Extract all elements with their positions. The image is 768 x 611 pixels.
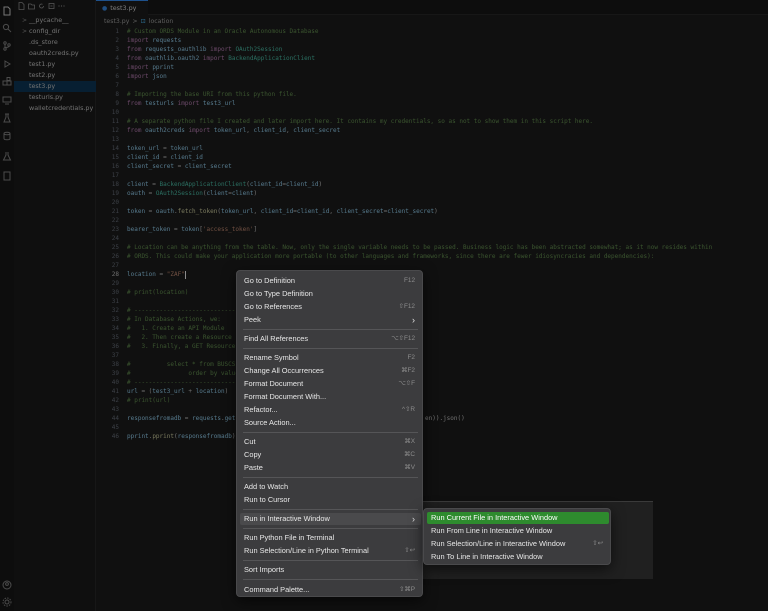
menu-item-run-in-interactive-window[interactable]: Run in Interactive Window › bbox=[240, 513, 421, 525]
menu-item-command-palette[interactable]: Command Palette... ⇧⌘P bbox=[240, 584, 421, 596]
submenu-item-run-from-line-in-interactive-window[interactable]: Run From Line in Interactive Window bbox=[427, 525, 609, 537]
menu-item-paste[interactable]: Paste ⌘V bbox=[240, 462, 421, 474]
menu-item-format-document-with[interactable]: Format Document With... bbox=[240, 391, 421, 403]
menu-item-run-python-file-in-terminal[interactable]: Run Python File in Terminal bbox=[240, 532, 421, 544]
menu-item-label: Command Palette... bbox=[244, 585, 310, 594]
menu-item-label: Run Selection/Line in Interactive Window bbox=[431, 539, 566, 548]
chevron-right-icon: › bbox=[412, 514, 415, 524]
menu-item-label: Run Selection/Line in Python Terminal bbox=[244, 546, 369, 555]
chevron-right-icon: › bbox=[412, 315, 415, 325]
menu-item-label: Run To Line in Interactive Window bbox=[431, 552, 543, 561]
menu-item-label: Change All Occurrences bbox=[244, 366, 324, 375]
menu-item-copy[interactable]: Copy ⌘C bbox=[240, 449, 421, 461]
submenu-item-run-current-file-in-interactive-window[interactable]: Run Current File in Interactive Window bbox=[427, 512, 609, 524]
editor-context-menu: Go to Definition F12 Go to Type Definition… bbox=[236, 270, 423, 597]
menu-separator bbox=[243, 329, 418, 330]
menu-item-label: Refactor... bbox=[244, 405, 278, 414]
menu-item-run-selection-line-in-python-terminal[interactable]: Run Selection/Line in Python Terminal ⇧↩ bbox=[240, 545, 421, 557]
menu-item-label: Run to Cursor bbox=[244, 495, 291, 504]
menu-item-label: Format Document With... bbox=[244, 392, 327, 401]
submenu-item-run-selection-line-in-interactive-window[interactable]: Run Selection/Line in Interactive Window… bbox=[427, 538, 609, 550]
menu-separator bbox=[243, 509, 418, 510]
menu-item-shortcut: ⇧⌘P bbox=[398, 586, 415, 593]
menu-item-shortcut: ⇧↩ bbox=[592, 540, 603, 547]
menu-item-add-to-watch[interactable]: Add to Watch bbox=[240, 481, 421, 493]
interactive-window-submenu: Run Current File in Interactive Window Ru… bbox=[423, 508, 611, 565]
menu-item-shortcut: ^⇧R bbox=[402, 406, 415, 413]
menu-item-label: Run Current File in Interactive Window bbox=[431, 513, 558, 522]
menu-item-label: Cut bbox=[244, 437, 256, 446]
menu-item-label: Peek bbox=[244, 315, 261, 324]
menu-item-label: Add to Watch bbox=[244, 482, 289, 491]
menu-item-cut[interactable]: Cut ⌘X bbox=[240, 436, 421, 448]
menu-item-label: Find All References bbox=[244, 334, 309, 343]
menu-separator bbox=[243, 477, 418, 478]
menu-item-label: Run Python File in Terminal bbox=[244, 533, 335, 542]
menu-item-label: Go to Type Definition bbox=[244, 289, 313, 298]
menu-item-refactor[interactable]: Refactor... ^⇧R bbox=[240, 404, 421, 416]
menu-item-label: Paste bbox=[244, 463, 263, 472]
menu-item-go-to-references[interactable]: Go to References ⇧F12 bbox=[240, 301, 421, 313]
menu-item-shortcut: ⇧↩ bbox=[404, 547, 415, 554]
menu-item-peek[interactable]: Peek › bbox=[240, 314, 421, 326]
menu-item-go-to-type-definition[interactable]: Go to Type Definition bbox=[240, 288, 421, 300]
menu-separator bbox=[243, 579, 418, 580]
menu-item-rename-symbol[interactable]: Rename Symbol F2 bbox=[240, 352, 421, 364]
menu-item-format-document[interactable]: Format Document ⌥⇧F bbox=[240, 378, 421, 390]
menu-item-run-to-cursor[interactable]: Run to Cursor bbox=[240, 494, 421, 506]
menu-item-shortcut: ⌥⇧F12 bbox=[391, 335, 415, 342]
menu-item-find-all-references[interactable]: Find All References ⌥⇧F12 bbox=[240, 333, 421, 345]
menu-separator bbox=[243, 432, 418, 433]
menu-item-shortcut: ⌘X bbox=[404, 438, 415, 445]
menu-separator bbox=[243, 528, 418, 529]
menu-item-source-action[interactable]: Source Action... bbox=[240, 417, 421, 429]
menu-item-shortcut: ⌘V bbox=[404, 464, 415, 471]
menu-item-label: Run From Line in Interactive Window bbox=[431, 526, 553, 535]
menu-separator bbox=[243, 560, 418, 561]
menu-item-sort-imports[interactable]: Sort Imports bbox=[240, 564, 421, 576]
menu-item-shortcut: ⌘C bbox=[403, 451, 415, 458]
menu-item-label: Copy bbox=[244, 450, 262, 459]
menu-item-label: Go to Definition bbox=[244, 276, 295, 285]
menu-item-shortcut: F12 bbox=[403, 277, 415, 284]
menu-item-go-to-definition[interactable]: Go to Definition F12 bbox=[240, 275, 421, 287]
menu-item-shortcut: ⇧F12 bbox=[398, 303, 415, 310]
menu-item-label: Sort Imports bbox=[244, 565, 285, 574]
menu-item-label: Go to References bbox=[244, 302, 302, 311]
menu-item-change-all-occurrences[interactable]: Change All Occurrences ⌘F2 bbox=[240, 365, 421, 377]
menu-item-label: Format Document bbox=[244, 379, 304, 388]
menu-item-shortcut: ⌘F2 bbox=[401, 367, 415, 374]
menu-item-label: Run in Interactive Window bbox=[244, 514, 330, 523]
menu-item-shortcut: F2 bbox=[407, 354, 415, 361]
menu-item-label: Source Action... bbox=[244, 418, 296, 427]
menu-item-shortcut: ⌥⇧F bbox=[398, 380, 415, 387]
submenu-item-run-to-line-in-interactive-window[interactable]: Run To Line in Interactive Window bbox=[427, 551, 609, 563]
menu-item-label: Rename Symbol bbox=[244, 353, 299, 362]
menu-separator bbox=[243, 348, 418, 349]
